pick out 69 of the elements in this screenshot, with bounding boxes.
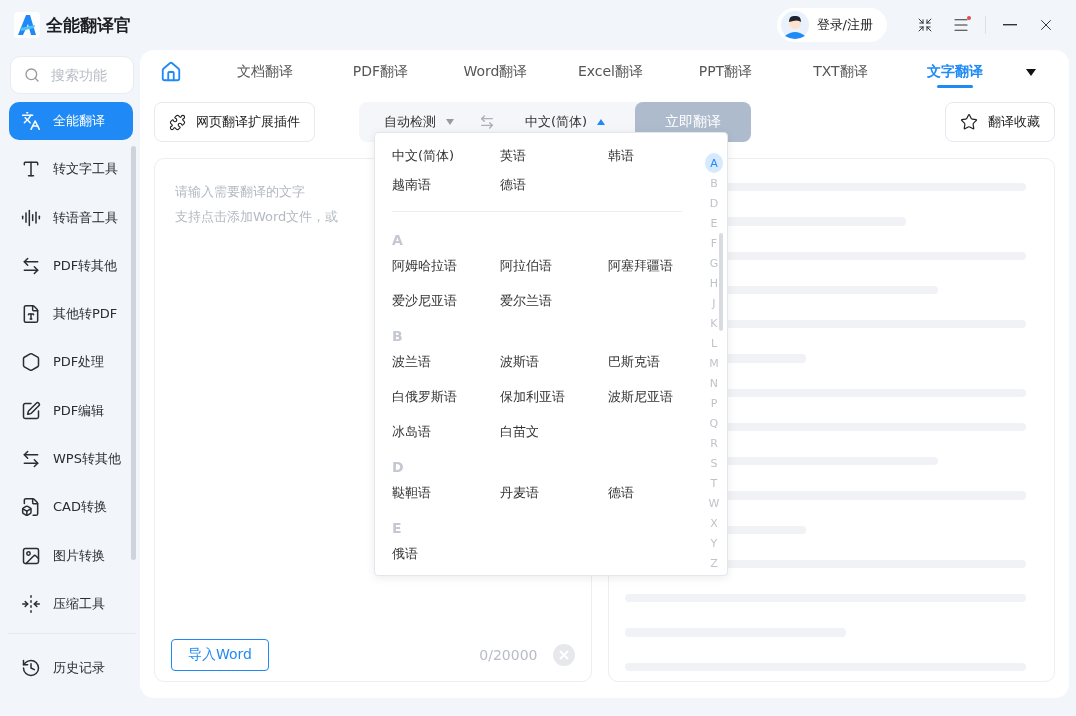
sidebar-item[interactable]: PDF转其他 [9, 246, 133, 286]
convert-icon [21, 449, 41, 469]
menu-icon [952, 16, 970, 34]
group-letter: D [391, 458, 405, 475]
language-option[interactable]: 冰岛语 [391, 414, 500, 449]
puzzle-icon [168, 113, 186, 131]
language-option[interactable]: 鞑靼语 [391, 475, 500, 510]
star-icon [959, 113, 978, 131]
source-language-select[interactable]: 自动检测 [358, 102, 479, 142]
swap-icon[interactable] [478, 114, 495, 130]
extension-button[interactable]: 网页翻译扩展插件 [153, 102, 315, 142]
tab[interactable]: Excel翻译 [552, 50, 668, 94]
edit-icon [21, 400, 41, 421]
sidebar-item[interactable]: 图片转换 [9, 536, 133, 575]
minimize-icon [1003, 24, 1017, 26]
target-language-select[interactable]: 中文(简体) [494, 102, 635, 142]
document-icon [21, 304, 41, 325]
scrollbar[interactable] [130, 146, 136, 560]
tab-underline [937, 85, 974, 88]
tab[interactable]: 文字翻译 [897, 50, 1013, 94]
language-option[interactable]: 白俄罗斯语 [391, 379, 500, 414]
convert-icon [21, 255, 41, 276]
search-icon [24, 67, 40, 83]
sidebar-item[interactable]: 压缩工具 [9, 584, 133, 623]
tab[interactable]: TXT翻译 [782, 50, 898, 94]
tab[interactable]: PPT翻译 [667, 50, 783, 94]
compress-icon [21, 593, 41, 614]
sidebar-item[interactable]: PDF处理 [9, 343, 133, 382]
tab[interactable]: PDF翻译 [322, 50, 438, 94]
hexagon-icon [21, 352, 41, 373]
sidebar-item[interactable]: 其他转PDF [9, 295, 133, 334]
app-title: 全能翻译官 [46, 13, 131, 37]
caret-up-icon [597, 119, 606, 125]
shrink-icon [917, 17, 933, 33]
avatar-icon [780, 11, 809, 39]
sidebar-item[interactable]: CAD转换 [9, 488, 133, 527]
home-icon [159, 61, 182, 83]
caret-down-icon [445, 119, 454, 125]
history-icon [21, 658, 41, 678]
language-option[interactable]: 越南语 [391, 170, 500, 199]
document-icon [21, 497, 41, 518]
tab[interactable]: 文档翻译 [207, 50, 323, 94]
language-option[interactable]: 俄语 [391, 536, 500, 571]
placeholder-text: 支持点击添加Word文件，或 [174, 208, 339, 226]
login-button[interactable]: 登录/注册 [776, 8, 887, 42]
character-count: 0/20000 [479, 647, 538, 663]
image-icon [21, 545, 41, 566]
history-item[interactable]: 历史记录 [9, 648, 133, 688]
group-letter: B [391, 327, 404, 344]
sidebar-item[interactable]: 转语音工具 [9, 198, 133, 237]
clear-icon[interactable] [553, 644, 576, 666]
search-field[interactable]: 搜索功能 [10, 56, 134, 94]
sidebar-item[interactable]: PDF编辑 [9, 391, 133, 430]
placeholder-text: 请输入需要翻译的文字 [174, 183, 305, 201]
group-letter: A [391, 231, 404, 248]
language-option[interactable]: 阿姆哈拉语 [391, 248, 500, 283]
app-logo [14, 12, 40, 38]
language-option[interactable]: 波兰语 [391, 344, 500, 379]
group-letter: E [391, 519, 403, 536]
tab[interactable]: Word翻译 [437, 50, 553, 94]
favorites-button[interactable]: 翻译收藏 [944, 102, 1055, 142]
sidebar-item[interactable]: 转文字工具 [9, 150, 133, 189]
caret-down-icon [1025, 68, 1036, 76]
audio-icon [21, 207, 41, 228]
import-word-button[interactable]: 导入Word [170, 639, 269, 671]
language-option[interactable]: 爱沙尼亚语 [391, 283, 500, 318]
sidebar-item[interactable]: WPS转其他 [9, 439, 133, 479]
scrollbar[interactable] [718, 233, 723, 331]
translate-icon [21, 111, 41, 132]
